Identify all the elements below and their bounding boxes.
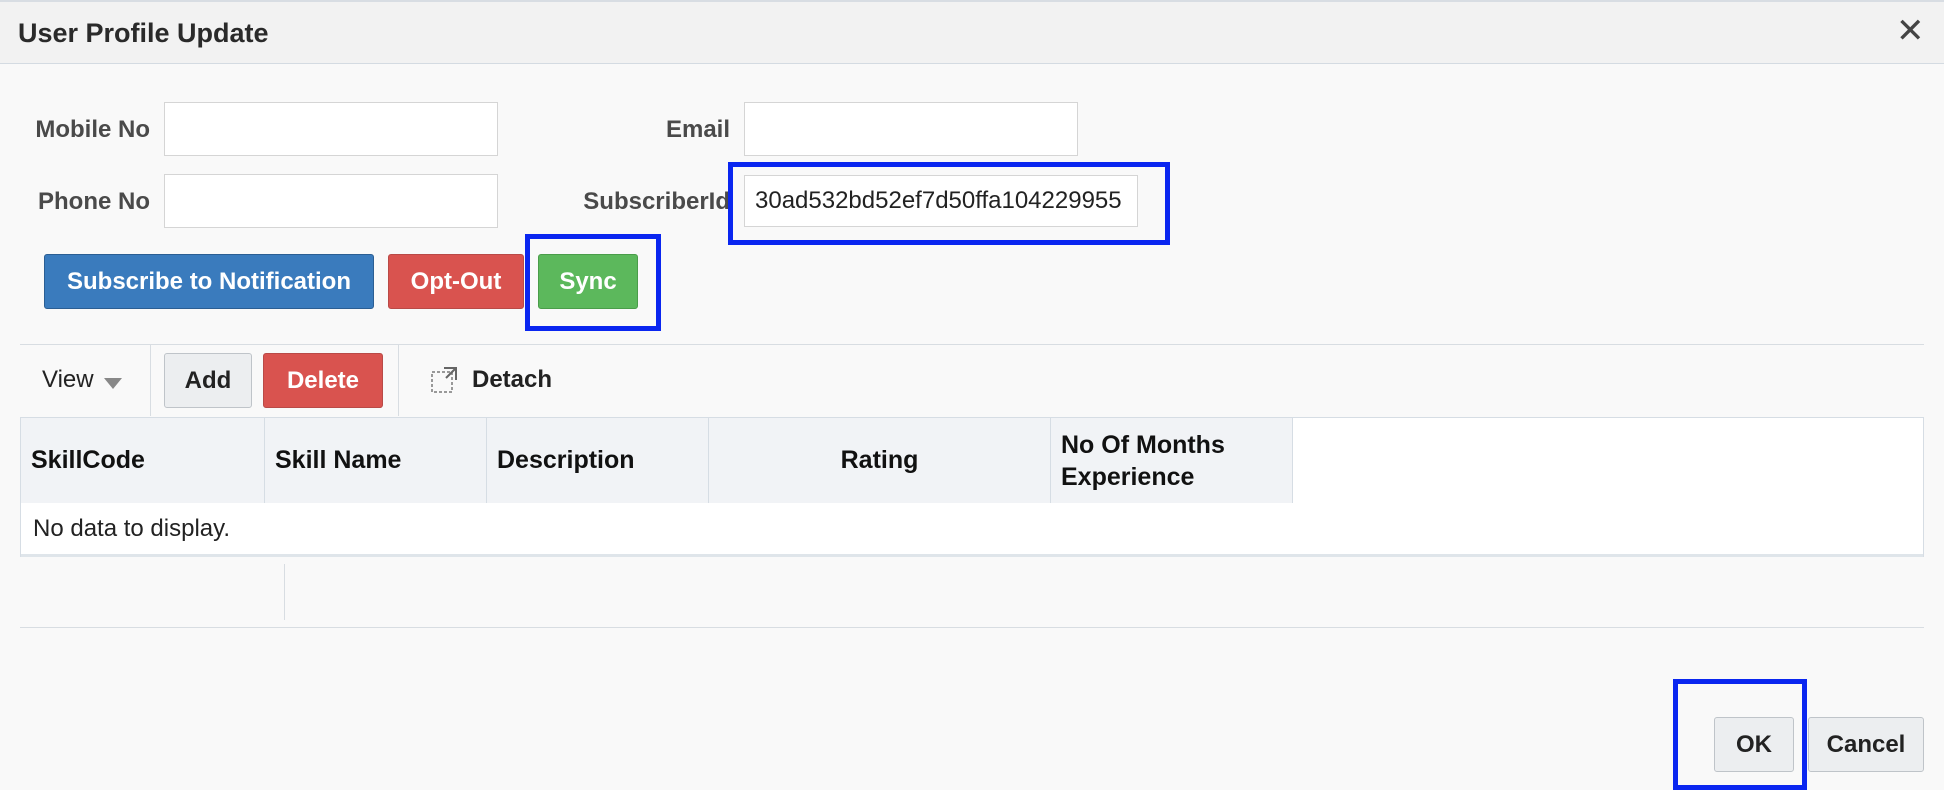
detach-label: Detach bbox=[472, 366, 553, 393]
footer-divider bbox=[20, 627, 1924, 628]
column-header-description[interactable]: Description bbox=[487, 418, 709, 503]
view-menu[interactable]: View bbox=[40, 364, 140, 400]
highlight-sync bbox=[525, 234, 661, 331]
detach-button[interactable]: Detach bbox=[428, 362, 578, 402]
detach-icon bbox=[430, 366, 458, 394]
mobile-no-input[interactable] bbox=[164, 102, 498, 156]
empty-table-message: No data to display. bbox=[33, 515, 231, 542]
view-menu-label: View bbox=[42, 366, 94, 393]
table-footer-divider bbox=[284, 564, 285, 620]
subscriber-id-label: SubscriberId bbox=[583, 188, 730, 215]
close-icon[interactable]: ✕ bbox=[1896, 14, 1925, 48]
add-button[interactable]: Add bbox=[164, 353, 252, 408]
toolbar-divider bbox=[150, 344, 151, 416]
mobile-no-label: Mobile No bbox=[35, 116, 150, 143]
dialog-title: User Profile Update bbox=[18, 18, 269, 48]
email-input[interactable] bbox=[744, 102, 1078, 156]
delete-button[interactable]: Delete bbox=[263, 353, 383, 408]
dialog-titlebar: User Profile Update ✕ bbox=[0, 2, 1944, 64]
subscribe-notification-button[interactable]: Subscribe to Notification bbox=[44, 254, 374, 309]
column-header-rating[interactable]: Rating bbox=[709, 418, 1051, 503]
highlight-subscriber-id bbox=[728, 162, 1170, 245]
skills-table: SkillCode Skill Name Description Rating … bbox=[20, 417, 1924, 557]
toolbar-divider bbox=[398, 344, 399, 416]
column-header-skill-name[interactable]: Skill Name bbox=[265, 418, 487, 503]
email-label: Email bbox=[665, 116, 730, 143]
column-header-skillcode[interactable]: SkillCode bbox=[21, 418, 265, 503]
table-bottom-border bbox=[21, 554, 1923, 557]
toolbar-top-divider bbox=[20, 344, 1924, 345]
user-profile-dialog: User Profile Update ✕ Mobile No Phone No… bbox=[0, 0, 1944, 790]
phone-no-label: Phone No bbox=[38, 188, 150, 215]
opt-out-button[interactable]: Opt-Out bbox=[388, 254, 524, 309]
caret-down-icon bbox=[104, 378, 122, 389]
cancel-button[interactable]: Cancel bbox=[1808, 717, 1924, 772]
phone-no-input[interactable] bbox=[164, 174, 498, 228]
column-header-months-experience[interactable]: No Of Months Experience bbox=[1051, 418, 1293, 503]
highlight-ok bbox=[1673, 679, 1807, 790]
